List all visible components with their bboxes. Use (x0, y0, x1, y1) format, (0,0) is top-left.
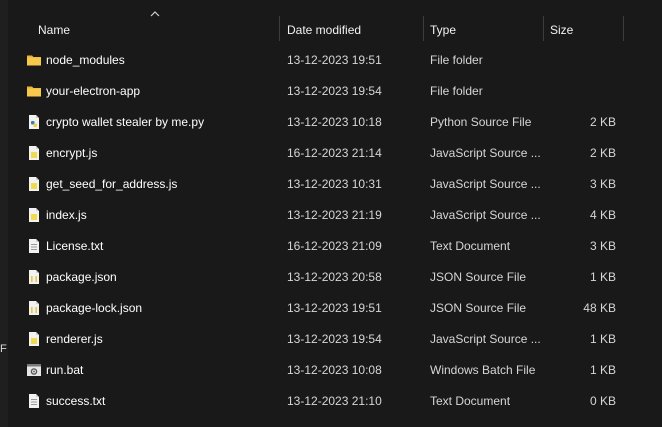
file-type: JSON Source File (430, 270, 527, 284)
file-name: package.json (46, 270, 117, 284)
folder-icon (26, 52, 42, 68)
file-name: run.bat (46, 363, 84, 377)
file-size (548, 76, 616, 107)
javascript-file-icon (26, 176, 42, 192)
file-type: JavaScript Source ... (430, 146, 540, 160)
column-divider[interactable] (423, 16, 424, 41)
file-type: JavaScript Source ... (430, 177, 540, 191)
file-size (548, 45, 616, 76)
file-date-modified: 13-12-2023 19:54 (287, 84, 382, 98)
javascript-file-icon (26, 207, 42, 223)
file-name: renderer.js (46, 332, 103, 346)
file-type: JSON Source File (430, 301, 527, 315)
file-row[interactable]: run.bat 13-12-2023 10:08 Windows Batch Fil… (0, 355, 662, 386)
file-size: 1 KB (589, 332, 616, 346)
file-row[interactable]: get_seed_for_address.js 13-12-2023 10:31 J… (0, 169, 662, 200)
file-date-modified: 16-12-2023 21:14 (287, 146, 382, 160)
file-size: 2 KB (589, 115, 616, 129)
column-header-size[interactable]: Size (550, 21, 573, 39)
json-file-icon (26, 269, 42, 285)
file-type: Python Source File (430, 115, 532, 129)
file-name: get_seed_for_address.js (46, 177, 178, 191)
file-row[interactable]: node_modules 13-12-2023 19:51 File folder (0, 45, 662, 76)
file-type: Windows Batch File (430, 363, 536, 377)
file-size: 2 KB (589, 146, 616, 160)
file-size: 1 KB (589, 270, 616, 284)
sort-ascending-icon (150, 11, 160, 17)
file-size: 4 KB (589, 208, 616, 222)
file-type: Text Document (430, 394, 511, 408)
file-type: Text Document (430, 239, 511, 253)
file-name: package-lock.json (46, 301, 143, 315)
file-list: node_modules 13-12-2023 19:51 File folder y… (0, 45, 662, 417)
file-date-modified: 13-12-2023 19:54 (287, 332, 382, 346)
file-row[interactable]: package.json 13-12-2023 20:58 JSON Source … (0, 262, 662, 293)
file-row[interactable]: encrypt.js 16-12-2023 21:14 JavaScript Sou… (0, 138, 662, 169)
folder-icon (26, 83, 42, 99)
file-date-modified: 13-12-2023 20:58 (287, 270, 382, 284)
file-date-modified: 13-12-2023 19:51 (287, 53, 382, 67)
column-header-date-modified[interactable]: Date modified (287, 21, 361, 39)
file-date-modified: 13-12-2023 10:08 (287, 363, 382, 377)
file-row[interactable]: package-lock.json 13-12-2023 19:51 JSON So… (0, 293, 662, 324)
file-name: crypto wallet stealer by me.py (46, 115, 205, 129)
column-header-type[interactable]: Type (430, 21, 456, 39)
file-date-modified: 16-12-2023 21:09 (287, 239, 382, 253)
file-row[interactable]: success.txt 13-12-2023 21:10 Text Document… (0, 386, 662, 417)
file-name: success.txt (46, 394, 106, 408)
column-divider[interactable] (623, 16, 624, 41)
text-file-icon (26, 393, 42, 409)
javascript-file-icon (26, 331, 42, 347)
file-row[interactable]: index.js 13-12-2023 21:19 JavaScript Sourc… (0, 200, 662, 231)
file-type: JavaScript Source ... (430, 208, 540, 222)
file-name: License.txt (46, 239, 104, 253)
file-size: 1 KB (589, 363, 616, 377)
column-divider[interactable] (279, 16, 280, 41)
file-row[interactable]: your-electron-app 13-12-2023 19:54 File fo… (0, 76, 662, 107)
file-name: encrypt.js (46, 146, 98, 160)
text-file-icon (26, 238, 42, 254)
file-name: node_modules (46, 53, 125, 67)
file-size: 3 KB (589, 177, 616, 191)
python-file-icon (26, 114, 42, 130)
file-date-modified: 13-12-2023 21:10 (287, 394, 382, 408)
column-header-name[interactable]: Name (38, 21, 70, 39)
file-size: 48 KB (583, 301, 616, 315)
column-divider[interactable] (543, 16, 544, 41)
file-type: File folder (430, 53, 483, 67)
file-row[interactable]: renderer.js 13-12-2023 19:54 JavaScript So… (0, 324, 662, 355)
column-header-bar: Name Date modified Type Size (0, 0, 662, 41)
file-name: index.js (46, 208, 87, 222)
file-date-modified: 13-12-2023 19:51 (287, 301, 382, 315)
file-name: your-electron-app (46, 84, 141, 98)
file-row[interactable]: crypto wallet stealer by me.py 13-12-2023… (0, 107, 662, 138)
file-row[interactable]: License.txt 16-12-2023 21:09 Text Document… (0, 231, 662, 262)
batch-file-icon (26, 362, 42, 378)
file-date-modified: 13-12-2023 10:18 (287, 115, 382, 129)
file-type: JavaScript Source ... (430, 332, 540, 346)
file-size: 3 KB (589, 239, 616, 253)
file-size: 0 KB (589, 394, 616, 408)
javascript-file-icon (26, 145, 42, 161)
json-file-icon (26, 300, 42, 316)
file-date-modified: 13-12-2023 10:31 (287, 177, 382, 191)
file-date-modified: 13-12-2023 21:19 (287, 208, 382, 222)
file-type: File folder (430, 84, 483, 98)
